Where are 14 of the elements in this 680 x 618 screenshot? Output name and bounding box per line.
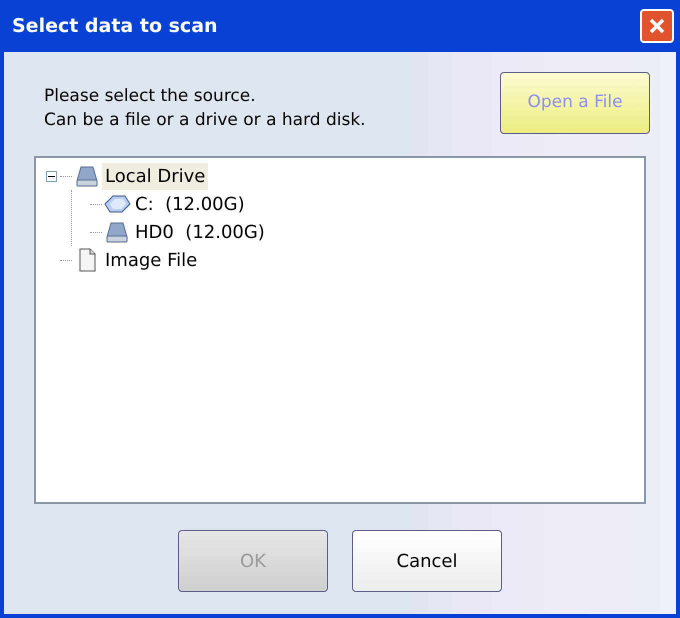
tree-item[interactable]: Local Drive (102, 162, 208, 190)
window-title: Select data to scan (12, 14, 218, 39)
instruction-text: Can be a file or a drive or a hard disk. (44, 109, 366, 132)
drive-icon (105, 221, 129, 243)
tree-item[interactable]: C: (12.00G) (132, 190, 248, 218)
tree-item[interactable]: HD0 (12.00G) (132, 218, 268, 246)
collapse-toggle[interactable] (46, 170, 56, 182)
file-icon (77, 248, 97, 272)
close-button[interactable] (640, 9, 674, 43)
drive-icon (75, 165, 99, 187)
close-icon (648, 17, 666, 35)
instruction-text: Please select the source. (44, 85, 257, 108)
dialog-button[interactable]: Cancel (352, 530, 502, 592)
tree-item[interactable]: Image File (102, 246, 200, 274)
